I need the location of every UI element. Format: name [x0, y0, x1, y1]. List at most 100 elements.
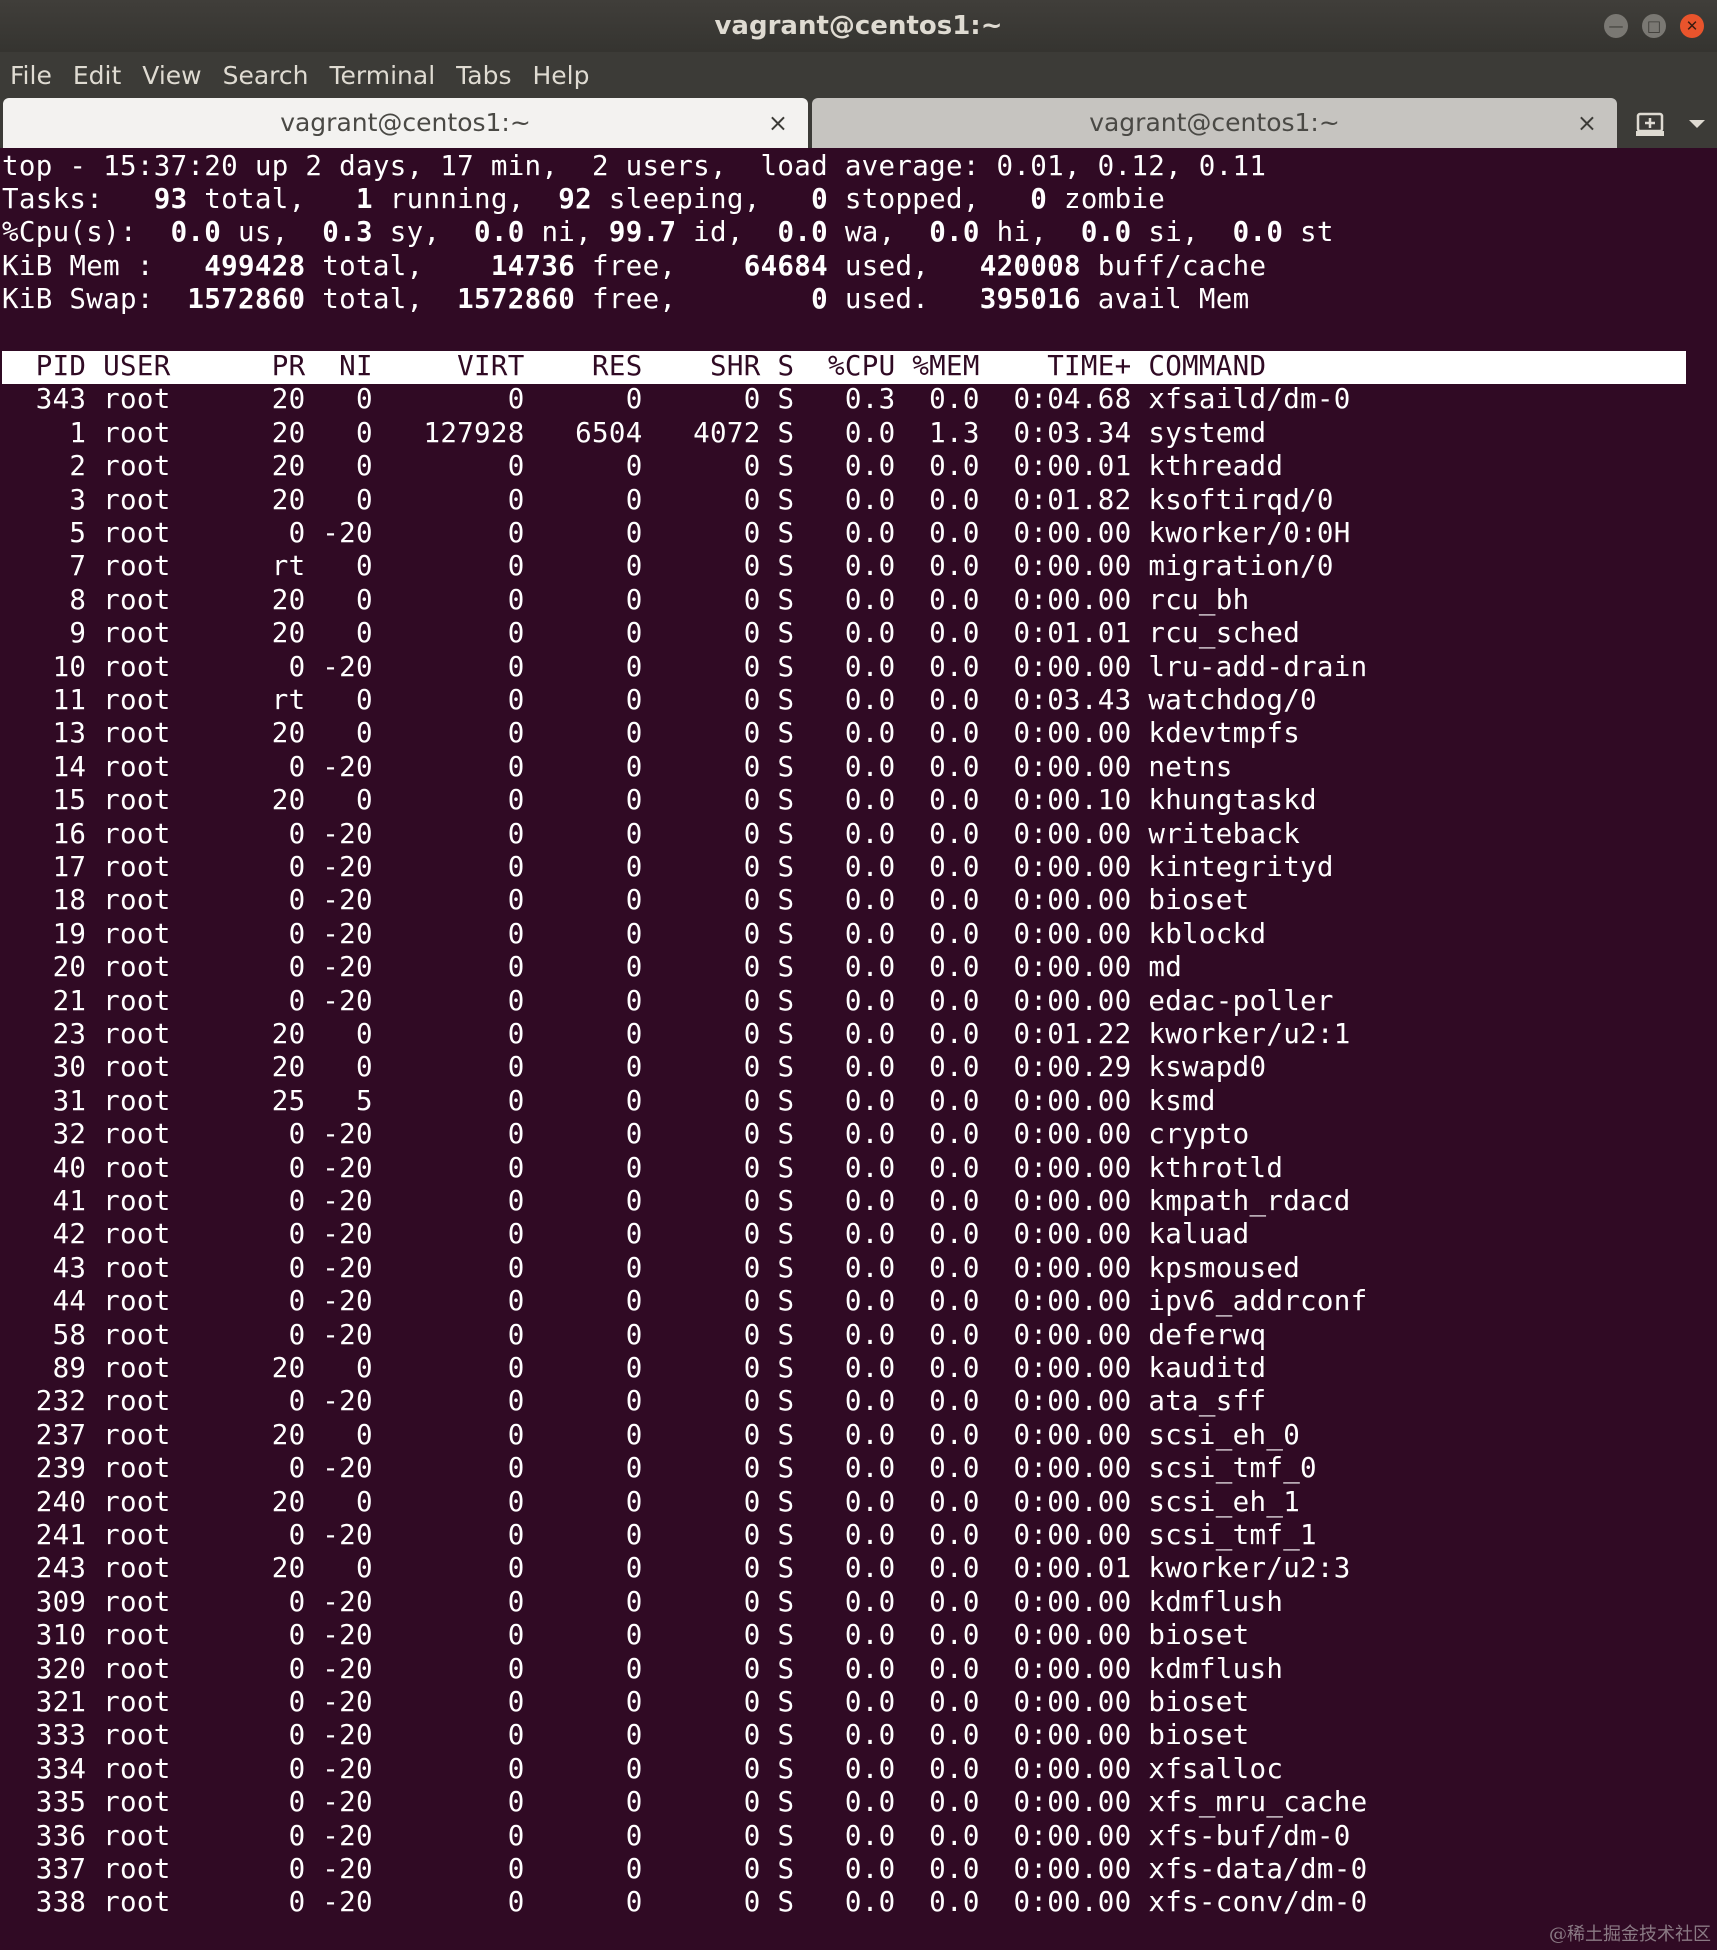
cell-res: 0 [524, 1418, 643, 1451]
tab-inactive[interactable]: vagrant@centos1:~ × [812, 98, 1617, 148]
summary-line: Tasks: 93 total, 1 running, 92 sleeping,… [2, 183, 1165, 216]
menu-help[interactable]: Help [533, 61, 590, 90]
cell-pct-mem: 0.0 [895, 1017, 980, 1050]
header-pct-mem[interactable]: %MEM [895, 350, 979, 382]
header-s[interactable]: S [761, 350, 795, 382]
process-row: 338 root 0 -20 0 0 0 S 0.0 0.0 0:00.00 x… [2, 1886, 1367, 1919]
cell-shr: 0 [642, 1886, 761, 1919]
minimize-button[interactable]: — [1604, 14, 1628, 38]
cell-pr: 20 [238, 416, 306, 449]
header-pct-cpu[interactable]: %CPU [794, 350, 895, 382]
menu-view[interactable]: View [142, 61, 201, 90]
cell-command: kswapd0 [1131, 1051, 1267, 1084]
cell-pr: 0 [238, 1619, 306, 1652]
cell-pct-mem: 0.0 [895, 1084, 980, 1117]
cell-res: 0 [524, 1351, 643, 1384]
summary-line: top - 15:37:20 up 2 days, 17 min, 2 user… [2, 150, 1266, 183]
maximize-button[interactable]: □ [1642, 14, 1666, 38]
menu-edit[interactable]: Edit [73, 61, 121, 90]
header-virt[interactable]: VIRT [373, 350, 525, 382]
cell-ni: 0 [305, 1418, 373, 1451]
header-pr[interactable]: PR [238, 350, 305, 382]
cell-pct-cpu: 0.0 [794, 650, 896, 683]
cell-command: kpsmoused [1131, 1251, 1301, 1284]
cell-pid: 23 [2, 1017, 87, 1050]
cell-s: S [760, 416, 795, 449]
summary-segment: 0.3 [322, 216, 373, 249]
process-row: 15 root 20 0 0 0 0 S 0.0 0.0 0:00.10 khu… [2, 784, 1317, 817]
cell-pr: 0 [238, 1385, 306, 1418]
cell-time: 0:00.00 [979, 1786, 1132, 1819]
cell-pid: 44 [2, 1285, 87, 1318]
cell-res: 0 [524, 884, 643, 917]
close-window-button[interactable]: ✕ [1680, 14, 1704, 38]
tab-close-button[interactable]: × [1577, 98, 1597, 148]
cell-pid: 310 [2, 1619, 87, 1652]
menu-search[interactable]: Search [223, 61, 309, 90]
cell-pct-cpu: 0.0 [794, 450, 896, 483]
cell-shr: 0 [642, 1051, 761, 1084]
cell-virt: 0 [372, 1285, 525, 1318]
cell-pid: 20 [2, 951, 87, 984]
cell-res: 0 [524, 951, 643, 984]
summary-segment: total, [305, 249, 491, 282]
cell-ni: -20 [305, 1285, 373, 1318]
summary-segment: 0.0 [474, 216, 525, 249]
cell-ni: -20 [305, 1786, 373, 1819]
cell-shr: 0 [642, 1084, 761, 1117]
cell-user: root [86, 383, 239, 416]
summary-segment: 92 [558, 182, 593, 215]
summary-segment: sy, [372, 216, 475, 249]
cell-pr: 0 [238, 1452, 306, 1485]
header-shr[interactable]: SHR [643, 350, 761, 382]
cell-shr: 0 [642, 1719, 761, 1752]
summary-segment: 0.0 [1232, 216, 1284, 249]
tab-active[interactable]: vagrant@centos1:~ × [3, 98, 808, 148]
cell-res: 0 [524, 917, 643, 950]
cell-shr: 0 [642, 583, 761, 616]
header-pid[interactable]: PID [2, 350, 86, 382]
header-user[interactable]: USER [86, 350, 238, 382]
cell-virt: 0 [372, 1084, 525, 1117]
cell-virt: 0 [372, 1485, 525, 1518]
cell-pid: 239 [2, 1452, 87, 1485]
cell-res: 0 [524, 850, 643, 883]
summary-segment: 0 [811, 182, 829, 215]
new-tab-icon[interactable] [1635, 110, 1665, 140]
cell-res: 0 [524, 1719, 643, 1752]
header-time[interactable]: TIME+ [980, 350, 1132, 382]
process-row: 232 root 0 -20 0 0 0 S 0.0 0.0 0:00.00 a… [2, 1385, 1266, 1418]
cell-ni: -20 [305, 1118, 373, 1151]
cell-virt: 0 [372, 1184, 525, 1217]
chevron-down-icon[interactable] [1687, 116, 1707, 132]
cell-pct-cpu: 0.0 [794, 984, 896, 1017]
menu-file[interactable]: File [10, 61, 52, 90]
minimize-icon: — [1608, 16, 1624, 35]
terminal-content[interactable]: top - 15:37:20 up 2 days, 17 min, 2 user… [0, 148, 1717, 1950]
cell-time: 0:01.82 [979, 483, 1132, 516]
cell-ni: -20 [305, 516, 373, 549]
cell-virt: 0 [372, 550, 525, 583]
cell-pct-cpu: 0.0 [794, 1652, 896, 1685]
watermark: @稀土掘金技术社区 [1549, 1924, 1711, 1945]
summary-segment: 0.0 [170, 216, 222, 249]
cell-time: 0:00.00 [979, 1084, 1132, 1117]
cell-command: netns [1131, 750, 1233, 783]
title-bar[interactable]: vagrant@centos1:~ — □ ✕ [0, 0, 1717, 52]
cell-pid: 321 [2, 1685, 87, 1718]
cell-s: S [760, 1118, 795, 1151]
cell-time: 0:00.00 [979, 1218, 1132, 1251]
summary-segment: 395016 [979, 283, 1081, 316]
cell-pct-cpu: 0.0 [794, 1485, 896, 1518]
tab-close-button[interactable]: × [768, 98, 788, 148]
cell-shr: 0 [642, 750, 761, 783]
cell-pr: 0 [238, 1819, 306, 1852]
menu-terminal[interactable]: Terminal [329, 61, 435, 90]
header-res[interactable]: RES [525, 350, 643, 382]
menu-tabs[interactable]: Tabs [456, 61, 511, 90]
header-ni[interactable]: NI [305, 350, 372, 382]
cell-virt: 0 [372, 683, 525, 716]
cell-s: S [760, 1619, 795, 1652]
header-command[interactable]: COMMAND [1131, 350, 1266, 382]
cell-shr: 0 [642, 1585, 761, 1618]
